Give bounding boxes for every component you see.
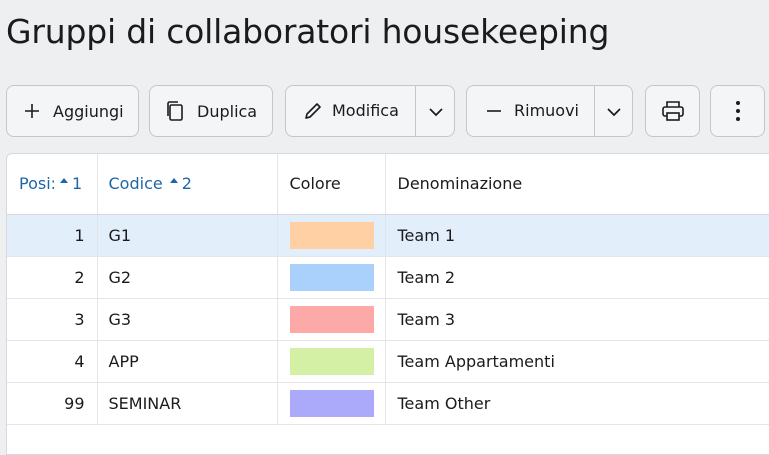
cell-name: Team 1 — [385, 214, 769, 257]
table-row[interactable]: 3 G3 Team 3 — [7, 298, 769, 341]
column-header-label: Colore — [289, 174, 341, 194]
data-grid: Posi: 1 Codice 2 Colore Denominazione 1 … — [6, 153, 769, 455]
remove-button-label: Rimuovi — [514, 101, 579, 120]
cell-color — [277, 214, 386, 257]
cell-name: Team 2 — [385, 256, 769, 299]
cell-color — [277, 298, 386, 341]
sort-ascending-icon — [169, 178, 178, 184]
remove-button[interactable]: Rimuovi — [467, 86, 594, 136]
table-row[interactable]: 99 SEMINAR Team Other — [7, 382, 769, 425]
color-swatch — [289, 389, 374, 417]
cell-code: APP — [97, 340, 278, 383]
edit-dropdown-button[interactable] — [416, 86, 455, 136]
cell-name: Team Appartamenti — [385, 340, 769, 383]
toolbar: Aggiungi Duplica Modifica Rimuovi — [0, 0, 769, 140]
copy-icon — [165, 100, 185, 122]
column-header-code[interactable]: Codice 2 — [97, 154, 278, 215]
remove-split-button: Rimuovi — [466, 85, 633, 137]
chevron-down-icon — [606, 102, 622, 121]
color-swatch — [289, 347, 374, 375]
column-header-label: Denominazione — [397, 174, 523, 194]
color-swatch — [289, 305, 374, 333]
edit-button-label: Modifica — [332, 101, 399, 120]
color-swatch — [289, 221, 374, 249]
duplicate-button[interactable]: Duplica — [149, 85, 273, 137]
chevron-down-icon — [428, 102, 444, 121]
cell-position: 99 — [7, 382, 98, 425]
remove-dropdown-button[interactable] — [595, 86, 633, 136]
cell-position: 3 — [7, 298, 98, 341]
cell-code: G3 — [97, 298, 278, 341]
edit-button[interactable]: Modifica — [286, 86, 415, 136]
cell-name: Team Other — [385, 382, 769, 425]
cell-position: 1 — [7, 214, 98, 257]
cell-color — [277, 382, 386, 425]
cell-code: G1 — [97, 214, 278, 257]
plus-icon — [23, 102, 41, 120]
table-row[interactable]: 1 G1 Team 1 — [7, 214, 769, 257]
sort-order: 2 — [181, 174, 192, 194]
duplicate-button-label: Duplica — [197, 101, 258, 121]
sort-order: 1 — [72, 174, 83, 194]
table-row[interactable]: 4 APP Team Appartamenti — [7, 340, 769, 383]
pencil-icon — [303, 101, 323, 121]
more-options-button[interactable] — [710, 85, 765, 137]
cell-code: G2 — [97, 256, 278, 299]
cell-code: SEMINAR — [97, 382, 278, 425]
table-row[interactable]: 2 G2 Team 2 — [7, 256, 769, 299]
table-header-row: Posi: 1 Codice 2 Colore Denominazione — [7, 154, 769, 215]
printer-icon — [661, 100, 685, 122]
more-vertical-icon — [735, 100, 741, 122]
sort-ascending-icon — [60, 178, 68, 184]
column-header-position[interactable]: Posi: 1 — [7, 154, 98, 215]
cell-position: 4 — [7, 340, 98, 383]
column-header-label: Codice — [108, 174, 163, 194]
edit-split-button: Modifica — [285, 85, 455, 137]
column-header-name[interactable]: Denominazione — [385, 154, 769, 215]
column-header-label: Posi: — [19, 174, 54, 194]
cell-color — [277, 256, 386, 299]
minus-icon — [485, 102, 503, 120]
groups-table: Posi: 1 Codice 2 Colore Denominazione 1 … — [7, 154, 769, 425]
cell-position: 2 — [7, 256, 98, 299]
add-button[interactable]: Aggiungi — [6, 85, 139, 137]
column-header-color[interactable]: Colore — [277, 154, 386, 215]
add-button-label: Aggiungi — [53, 101, 124, 121]
cell-name: Team 3 — [385, 298, 769, 341]
print-button[interactable] — [645, 85, 700, 137]
cell-color — [277, 340, 386, 383]
color-swatch — [289, 263, 374, 291]
